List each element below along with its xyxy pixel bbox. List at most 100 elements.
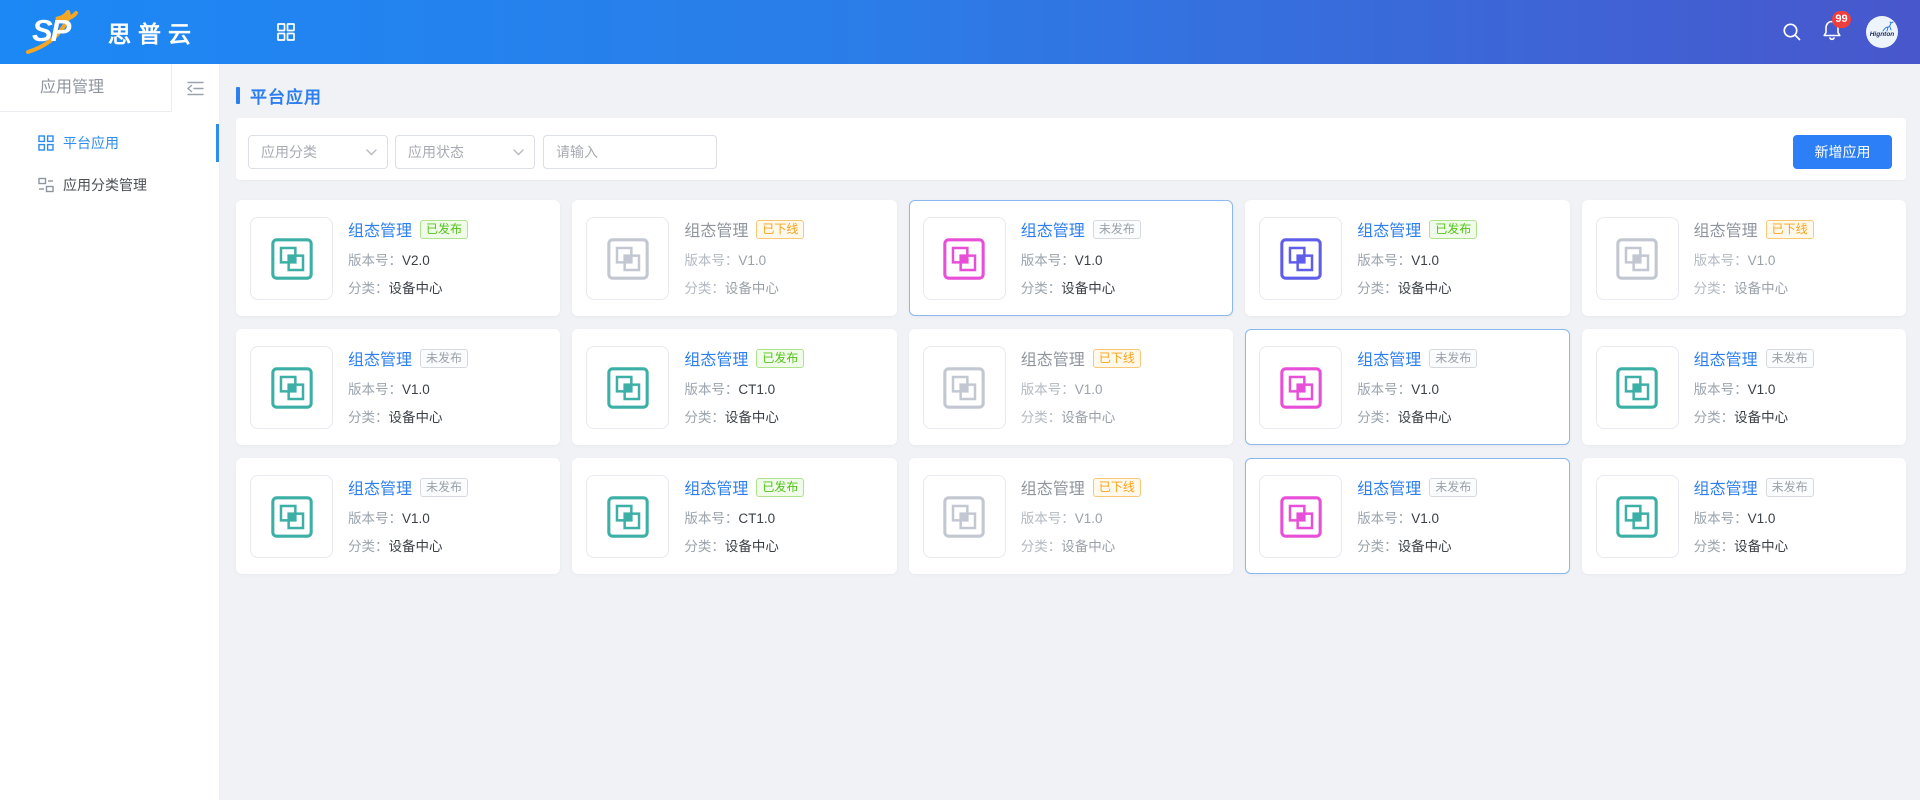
notifications-bell[interactable]: 99: [1820, 18, 1844, 47]
add-application-button[interactable]: 新增应用: [1793, 135, 1892, 169]
app-card-info: 组态管理 未发布 版本号：V1.0 分类：设备中心: [348, 346, 468, 428]
app-status-placeholder: 应用状态: [408, 142, 464, 162]
app-icon-box: [1259, 475, 1342, 558]
version-label: 版本号：: [1021, 253, 1075, 268]
category-value: 设备中心: [725, 281, 779, 296]
app-card[interactable]: 组态管理 已下线 版本号：V1.0 分类：设备中心: [572, 200, 896, 316]
version-value: V1.0: [1411, 511, 1439, 526]
app-card[interactable]: 组态管理 已下线 版本号：V1.0 分类：设备中心: [1582, 200, 1906, 316]
app-card[interactable]: 组态管理 已发布 版本号：CT1.0 分类：设备中心: [572, 458, 896, 574]
brand-logo[interactable]: SP 思普云: [26, 10, 198, 54]
app-card-info: 组态管理 已发布 版本号：V1.0 分类：设备中心: [1357, 217, 1477, 299]
sidebar-item-label: 应用分类管理: [63, 175, 147, 195]
page-title-row: 平台应用: [236, 83, 322, 108]
app-title-link[interactable]: 组态管理: [1694, 217, 1758, 241]
app-icon-box: [1596, 346, 1679, 429]
user-avatar[interactable]: Hignton: [1866, 16, 1898, 48]
app-card[interactable]: 组态管理 已下线 版本号：V1.0 分类：设备中心: [909, 329, 1233, 445]
app-title-link[interactable]: 组态管理: [1357, 475, 1421, 499]
category-line: 分类：设备中心: [1021, 535, 1141, 554]
overlapping-squares-icon: [269, 236, 315, 282]
category-label: 分类：: [684, 281, 725, 296]
app-title-link[interactable]: 组态管理: [348, 217, 412, 241]
app-title-link[interactable]: 组态管理: [1357, 217, 1421, 241]
app-title-link[interactable]: 组态管理: [684, 346, 748, 370]
version-label: 版本号：: [1357, 253, 1411, 268]
sidebar-item-label: 平台应用: [63, 133, 119, 153]
app-title-link[interactable]: 组态管理: [1021, 217, 1085, 241]
overlapping-squares-icon: [605, 236, 651, 282]
sidebar-item-platform-apps[interactable]: 平台应用: [0, 122, 219, 164]
version-line: 版本号：V1.0: [1021, 507, 1141, 526]
app-title-link[interactable]: 组态管理: [1694, 475, 1758, 499]
app-card[interactable]: 组态管理 未发布 版本号：V1.0 分类：设备中心: [1582, 329, 1906, 445]
app-title-link[interactable]: 组态管理: [1357, 346, 1421, 370]
app-card[interactable]: 组态管理 已发布 版本号：V2.0 分类：设备中心: [236, 200, 560, 316]
search-icon[interactable]: [1780, 20, 1804, 44]
app-card-info: 组态管理 已下线 版本号：V1.0 分类：设备中心: [1021, 475, 1141, 557]
chevron-down-icon: [366, 149, 377, 156]
app-title-link[interactable]: 组态管理: [684, 475, 748, 499]
category-value: 设备中心: [389, 539, 443, 554]
status-badge: 已发布: [1429, 220, 1477, 239]
version-label: 版本号：: [684, 253, 738, 268]
app-title-link[interactable]: 组态管理: [348, 346, 412, 370]
sidebar-item-app-categories[interactable]: 应用分类管理: [0, 164, 219, 206]
category-value: 设备中心: [725, 410, 779, 425]
category-line: 分类：设备中心: [1357, 535, 1477, 554]
app-title-link[interactable]: 组态管理: [1021, 475, 1085, 499]
version-value: V2.0: [402, 253, 430, 268]
app-status-select[interactable]: 应用状态: [395, 135, 535, 169]
header-actions: 99 Hignton: [1780, 16, 1898, 48]
app-card[interactable]: 组态管理 未发布 版本号：V1.0 分类：设备中心: [1245, 458, 1569, 574]
search-input[interactable]: [543, 135, 717, 169]
avatar-label: Hignton: [1870, 32, 1895, 38]
category-value: 设备中心: [1061, 281, 1115, 296]
app-card[interactable]: 组态管理 已下线 版本号：V1.0 分类：设备中心: [909, 458, 1233, 574]
app-title-link[interactable]: 组态管理: [684, 217, 748, 241]
overlapping-squares-icon: [1614, 365, 1660, 411]
brand-name: 思普云: [108, 15, 198, 49]
status-badge: 未发布: [1429, 478, 1477, 497]
sidebar-collapse-button[interactable]: [171, 64, 219, 112]
overlapping-squares-icon: [941, 236, 987, 282]
version-line: 版本号：V2.0: [348, 249, 468, 268]
category-label: 分类：: [684, 410, 725, 425]
menu-fold-icon: [187, 81, 204, 96]
apps-grid-icon[interactable]: [276, 22, 296, 42]
app-category-select[interactable]: 应用分类: [248, 135, 388, 169]
app-card[interactable]: 组态管理 未发布 版本号：V1.0 分类：设备中心: [909, 200, 1233, 316]
version-label: 版本号：: [684, 382, 738, 397]
version-line: 版本号：V1.0: [1357, 378, 1477, 397]
version-label: 版本号：: [684, 511, 738, 526]
app-card-info: 组态管理 未发布 版本号：V1.0 分类：设备中心: [1694, 475, 1814, 557]
app-card-info: 组态管理 未发布 版本号：V1.0 分类：设备中心: [1021, 217, 1141, 299]
version-label: 版本号：: [348, 253, 402, 268]
version-line: 版本号：V1.0: [1694, 378, 1814, 397]
version-line: 版本号：V1.0: [348, 507, 468, 526]
app-card[interactable]: 组态管理 未发布 版本号：V1.0 分类：设备中心: [236, 458, 560, 574]
category-value: 设备中心: [1061, 410, 1115, 425]
status-badge: 已发布: [756, 349, 804, 368]
app-card[interactable]: 组态管理 未发布 版本号：V1.0 分类：设备中心: [1582, 458, 1906, 574]
category-line: 分类：设备中心: [348, 277, 468, 296]
version-value: V1.0: [738, 253, 766, 268]
app-card[interactable]: 组态管理 已发布 版本号：CT1.0 分类：设备中心: [572, 329, 896, 445]
app-card[interactable]: 组态管理 未发布 版本号：V1.0 分类：设备中心: [236, 329, 560, 445]
version-value: V1.0: [1748, 253, 1776, 268]
overlapping-squares-icon: [1614, 494, 1660, 540]
app-card[interactable]: 组态管理 未发布 版本号：V1.0 分类：设备中心: [1245, 329, 1569, 445]
app-card[interactable]: 组态管理 已发布 版本号：V1.0 分类：设备中心: [1245, 200, 1569, 316]
app-card-grid: 组态管理 已发布 版本号：V2.0 分类：设备中心 组态管理 已下线: [236, 200, 1906, 574]
category-line: 分类：设备中心: [348, 535, 468, 554]
app-title-link[interactable]: 组态管理: [1694, 346, 1758, 370]
version-label: 版本号：: [1694, 253, 1748, 268]
version-value: V1.0: [1748, 382, 1776, 397]
app-card-info: 组态管理 未发布 版本号：V1.0 分类：设备中心: [348, 475, 468, 557]
app-title-link[interactable]: 组态管理: [348, 475, 412, 499]
app-title-link[interactable]: 组态管理: [1021, 346, 1085, 370]
app-card-info: 组态管理 已下线 版本号：V1.0 分类：设备中心: [1021, 346, 1141, 428]
version-value: V1.0: [1411, 382, 1439, 397]
version-line: 版本号：V1.0: [1021, 378, 1141, 397]
app-icon-box: [586, 217, 669, 300]
